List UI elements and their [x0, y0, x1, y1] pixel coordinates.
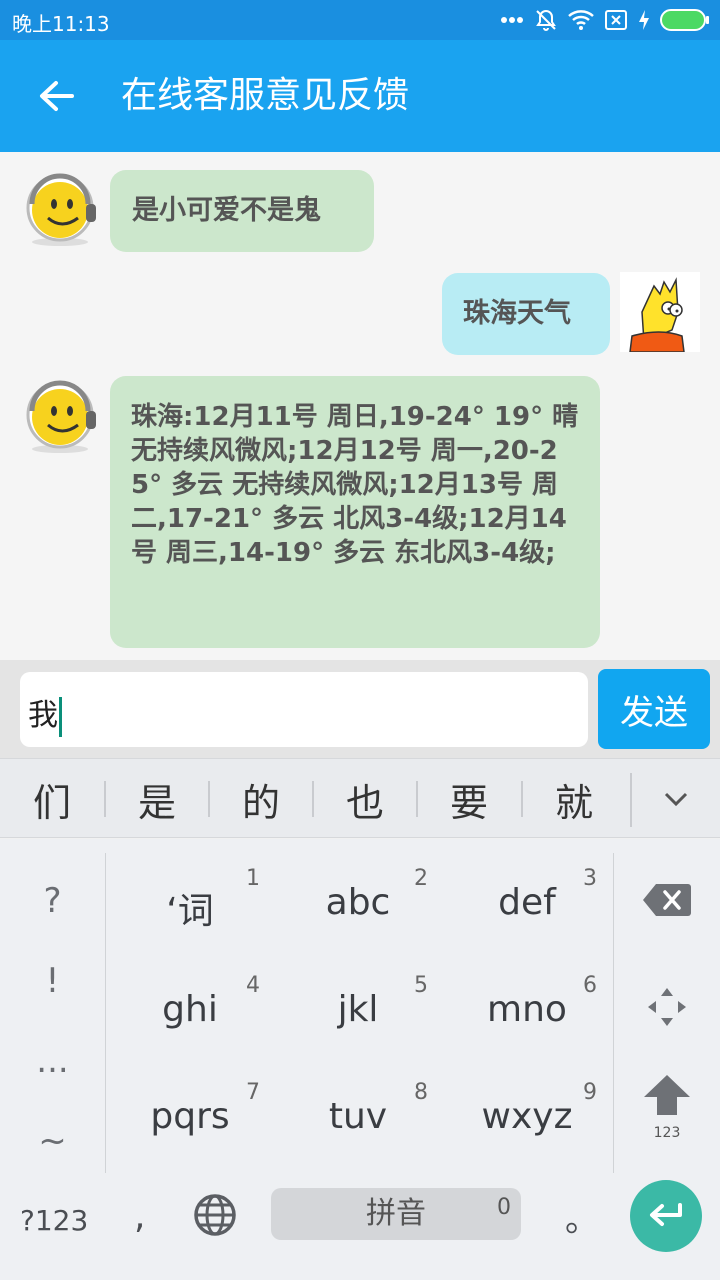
keyboard-bottom-row: ?123 , 拼音 0 。 [0, 1174, 720, 1280]
candidate-word[interactable]: 的 [209, 759, 313, 839]
key-label: ‘词 [166, 891, 214, 932]
back-arrow-icon [40, 81, 74, 111]
bot-avatar-icon [26, 173, 96, 246]
expand-candidates-button[interactable] [632, 759, 720, 839]
input-bar: 我 发送 [0, 660, 720, 758]
backspace-key[interactable] [614, 850, 720, 950]
key-5[interactable]: 5 jkl [274, 955, 442, 1055]
app-bar: 在线客服意见反馈 [0, 40, 720, 152]
keyboard: ? ! ... ~ 1 ‘词 2 abc 3 def 4 ghi 5 jkl 6 mno 7… [0, 839, 720, 1280]
key-3[interactable]: 3 def [443, 848, 611, 948]
key-6[interactable]: 6 mno [443, 955, 611, 1055]
key-label: mno [487, 989, 567, 1030]
shift-arrow-icon [644, 1075, 690, 1115]
back-button[interactable] [26, 68, 86, 124]
symbols-key[interactable]: ?123 [20, 1204, 88, 1237]
message-bubble: 珠海:12月11号 周日,19-24° 19° 晴 无持续风微风;12月12号 … [110, 376, 600, 648]
message-input-value: 我 [28, 698, 58, 733]
key-label: tuv [328, 1096, 388, 1137]
key-label: wxyz [481, 1096, 573, 1137]
mute-bell-icon [534, 8, 558, 32]
shift-caption: 123 [653, 1125, 681, 1141]
status-bar: 晚上11:13 [0, 0, 720, 40]
space-key[interactable]: 拼音 0 [271, 1188, 521, 1240]
more-dots-icon [500, 16, 524, 24]
key-9[interactable]: 9 wxyz [443, 1062, 611, 1162]
chat-list[interactable]: 是小可爱不是鬼 珠海天气 珠海:12月11号 周日,19-24° 19° 晴 无… [0, 152, 720, 660]
send-button[interactable]: 发送 [598, 669, 710, 749]
globe-icon[interactable] [192, 1192, 238, 1238]
candidate-word[interactable]: 就 [522, 759, 626, 839]
symbol-key-question[interactable]: ? [0, 861, 105, 941]
cursor-move-key[interactable] [614, 957, 720, 1057]
candidate-word[interactable]: 们 [0, 759, 104, 839]
symbol-key-exclaim[interactable]: ! [0, 941, 105, 1021]
message-input[interactable]: 我 [20, 672, 588, 747]
symbol-key-tilde[interactable]: ~ [0, 1101, 105, 1181]
period-key[interactable]: 。 [565, 1192, 599, 1241]
enter-arrow-icon [650, 1203, 682, 1226]
message-bubble: 是小可爱不是鬼 [110, 170, 374, 252]
key-label: ghi [162, 989, 218, 1030]
message-bubble: 珠海天气 [442, 273, 610, 355]
status-time: 晚上11:13 [12, 12, 110, 36]
chevron-down-icon [664, 792, 688, 807]
battery-icon [660, 9, 710, 31]
text-cursor [59, 696, 62, 737]
bot-avatar-icon [26, 380, 96, 453]
enter-key[interactable] [630, 1180, 702, 1252]
shift-key[interactable]: 123 [614, 1061, 720, 1161]
status-icons [500, 6, 710, 34]
backspace-icon [643, 884, 691, 916]
symbol-column[interactable]: ? ! ... ~ [0, 849, 105, 1169]
candidate-bar: 们 是 的 也 要 就 [0, 758, 720, 838]
key-label: jkl [337, 989, 379, 1030]
candidate-word[interactable]: 要 [417, 759, 521, 839]
key-label: pqrs [150, 1096, 230, 1137]
page-title: 在线客服意见反馈 [121, 75, 410, 116]
user-avatar-icon [620, 272, 700, 352]
key-4[interactable]: 4 ghi [106, 955, 274, 1055]
move-arrows-icon [648, 988, 686, 1026]
key-7[interactable]: 7 pqrs [106, 1062, 274, 1162]
key-1[interactable]: 1 ‘词 [106, 848, 274, 948]
symbol-key-ellipsis[interactable]: ... [0, 1021, 105, 1101]
wifi-icon [568, 9, 594, 31]
space-label: 拼音 [366, 1196, 426, 1231]
space-number: 0 [497, 1195, 511, 1220]
charging-bolt-icon [638, 9, 650, 31]
sim-x-icon [604, 9, 628, 31]
comma-key[interactable]: , [134, 1196, 145, 1237]
candidate-word[interactable]: 是 [105, 759, 209, 839]
key-label: def [498, 882, 556, 923]
candidate-word[interactable]: 也 [313, 759, 417, 839]
key-label: abc [325, 882, 391, 923]
key-8[interactable]: 8 tuv [274, 1062, 442, 1162]
key-2[interactable]: 2 abc [274, 848, 442, 948]
